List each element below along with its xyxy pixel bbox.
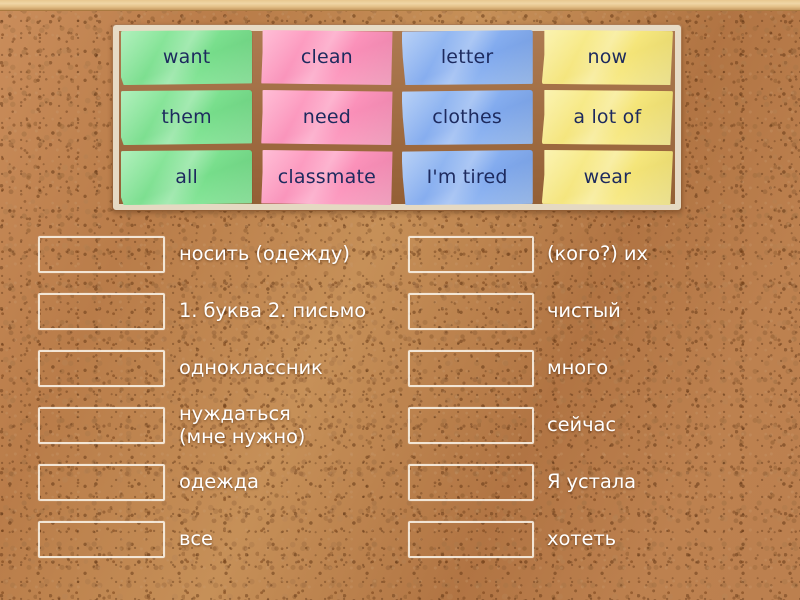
- answer-label: много: [547, 356, 609, 380]
- answer-label: одежда: [179, 470, 259, 494]
- answer-row: носить (одежду): [0, 226, 400, 283]
- word-tile-im-tired[interactable]: I'm tired: [401, 150, 533, 205]
- drop-slot-vse[interactable]: [38, 521, 165, 558]
- word-tile-label: I'm tired: [426, 166, 508, 189]
- word-tile-them[interactable]: them: [121, 90, 253, 145]
- answer-label: (кого?) их: [547, 242, 648, 266]
- answer-row: хотеть: [400, 511, 800, 568]
- word-tile-a-lot-of[interactable]: a lot of: [541, 90, 673, 145]
- answer-label: 1. буква 2. письмо: [179, 299, 367, 323]
- answer-row: много: [400, 340, 800, 397]
- word-tile-row: them need clothes a lot of: [119, 90, 675, 145]
- answer-label: Я устала: [547, 470, 636, 494]
- word-tile-letter[interactable]: letter: [401, 30, 533, 85]
- word-tile-label: a lot of: [573, 106, 642, 129]
- answer-row: одежда: [0, 454, 400, 511]
- answer-label: все: [179, 527, 213, 551]
- drop-slot-seychas[interactable]: [408, 407, 534, 444]
- word-tile-row: want clean letter now: [119, 30, 675, 85]
- word-tile-label: them: [161, 106, 212, 129]
- answer-label: одноклассник: [179, 356, 323, 380]
- word-tile-classmate[interactable]: classmate: [261, 150, 393, 205]
- answer-row: (кого?) их: [400, 226, 800, 283]
- word-tile-want[interactable]: want: [121, 30, 253, 85]
- answer-row: чистый: [400, 283, 800, 340]
- word-tile-wear[interactable]: wear: [541, 150, 673, 205]
- drop-slot-nuzhdatsya[interactable]: [38, 407, 165, 444]
- word-tile-label: want: [162, 46, 211, 69]
- word-tile-tray: want clean letter now them need clothes …: [112, 24, 682, 211]
- board-top-frame: [0, 0, 800, 11]
- answer-row: одноклассник: [0, 340, 400, 397]
- drop-slot-odnoklassnik[interactable]: [38, 350, 165, 387]
- answer-row: сейчас: [400, 397, 800, 454]
- drop-slot-ya-ustala[interactable]: [408, 464, 534, 501]
- word-tile-label: now: [587, 46, 628, 69]
- word-tile-label: clean: [300, 46, 353, 69]
- word-tile-all[interactable]: all: [121, 150, 253, 205]
- word-tile-label: need: [302, 106, 352, 129]
- drop-slot-nosit[interactable]: [38, 236, 165, 273]
- answers-left-column: носить (одежду) 1. буква 2. письмо однок…: [0, 222, 400, 582]
- word-tile-label: classmate: [277, 166, 376, 189]
- answer-label: хотеть: [547, 527, 617, 551]
- answer-label: чистый: [547, 299, 621, 323]
- drop-slot-odezhda[interactable]: [38, 464, 165, 501]
- answer-label: нуждаться (мне нужно): [179, 401, 306, 448]
- answer-row: Я устала: [400, 454, 800, 511]
- word-tile-clothes[interactable]: clothes: [401, 90, 533, 145]
- word-tile-need[interactable]: need: [261, 90, 393, 145]
- answers-area: носить (одежду) 1. буква 2. письмо однок…: [0, 222, 800, 582]
- drop-slot-khotet[interactable]: [408, 521, 534, 558]
- word-tile-label: all: [175, 166, 199, 189]
- word-tile-now[interactable]: now: [541, 30, 673, 85]
- word-tile-row: all classmate I'm tired wear: [119, 150, 675, 205]
- word-tile-label: wear: [583, 166, 632, 189]
- drop-slot-chistyy[interactable]: [408, 293, 534, 330]
- answers-right-column: (кого?) их чистый много сейчас Я устала …: [400, 222, 800, 582]
- answer-label: сейчас: [547, 413, 616, 437]
- word-tile-label: clothes: [432, 106, 503, 129]
- word-tile-label: letter: [440, 46, 494, 69]
- drop-slot-ikh[interactable]: [408, 236, 534, 273]
- drop-slot-bukva-pismo[interactable]: [38, 293, 165, 330]
- word-tile-clean[interactable]: clean: [261, 30, 393, 85]
- drop-slot-mnogo[interactable]: [408, 350, 534, 387]
- answer-row: нуждаться (мне нужно): [0, 397, 400, 454]
- answer-row: 1. буква 2. письмо: [0, 283, 400, 340]
- answer-label: носить (одежду): [179, 242, 350, 266]
- answer-row: все: [0, 511, 400, 568]
